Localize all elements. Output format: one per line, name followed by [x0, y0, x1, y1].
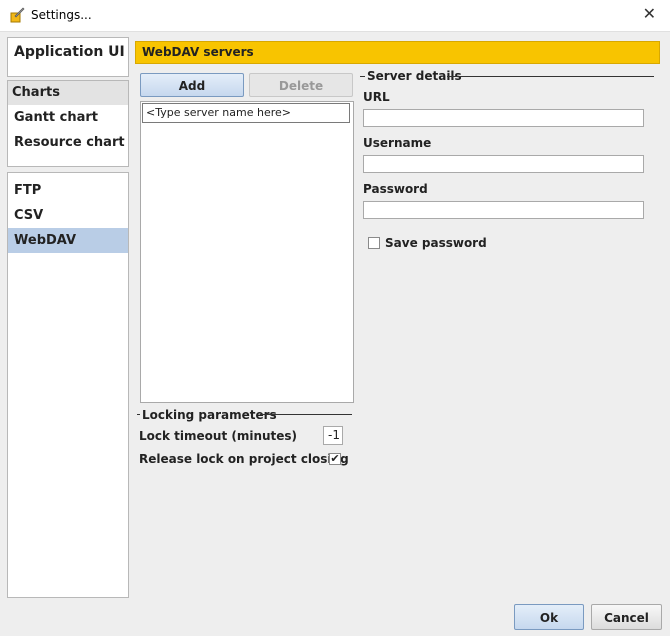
nav-group-export: FTP CSV WebDAV: [7, 172, 129, 598]
nav-item-resource-chart[interactable]: Resource chart: [14, 135, 125, 150]
lock-timeout-label: Lock timeout (minutes): [139, 429, 298, 443]
nav-item-ftp[interactable]: FTP: [14, 183, 41, 198]
server-name-input[interactable]: <Type server name here>: [142, 103, 350, 123]
nav-item-webdav[interactable]: WebDAV: [14, 233, 76, 248]
save-password-checkbox[interactable]: [368, 237, 380, 249]
window-title: Settings...: [31, 8, 92, 22]
add-button[interactable]: Add: [140, 73, 244, 97]
password-label: Password: [363, 182, 428, 196]
locking-parameters-title: Locking parameters: [142, 408, 277, 422]
nav-item-csv[interactable]: CSV: [14, 208, 43, 223]
locking-rule-left: [137, 414, 140, 415]
username-label: Username: [363, 136, 432, 150]
nav-group-application: Application UI: [7, 37, 129, 77]
details-rule-left: [360, 76, 365, 77]
section-banner: WebDAV servers: [135, 41, 660, 64]
release-lock-checkbox[interactable]: ✔: [329, 453, 341, 465]
cancel-button[interactable]: Cancel: [591, 604, 662, 630]
release-lock-label: Release lock on project closing: [139, 452, 349, 466]
banner-title: WebDAV servers: [142, 45, 254, 59]
app-icon: [10, 7, 25, 23]
save-password-label: Save password: [385, 236, 487, 250]
delete-button[interactable]: Delete: [249, 73, 353, 97]
lock-timeout-field[interactable]: -1: [323, 426, 343, 445]
url-label: URL: [363, 90, 390, 104]
title-bar: Settings... ✕: [0, 0, 670, 32]
ok-button[interactable]: Ok: [514, 604, 584, 630]
nav-item-application-ui[interactable]: Application UI: [14, 44, 125, 60]
locking-rule-right: [260, 414, 352, 415]
nav-group-charts: Charts Gantt chart Resource chart: [7, 80, 129, 167]
password-field[interactable]: [363, 201, 644, 219]
server-list[interactable]: <Type server name here>: [140, 101, 354, 403]
close-icon[interactable]: ✕: [643, 5, 656, 23]
nav-header-charts: Charts: [12, 85, 60, 100]
url-field[interactable]: [363, 109, 644, 127]
nav-item-gantt-chart[interactable]: Gantt chart: [14, 110, 98, 125]
username-field[interactable]: [363, 155, 644, 173]
details-rule-right: [447, 76, 654, 77]
dialog-body: Application UI Charts Gantt chart Resour…: [0, 32, 670, 636]
